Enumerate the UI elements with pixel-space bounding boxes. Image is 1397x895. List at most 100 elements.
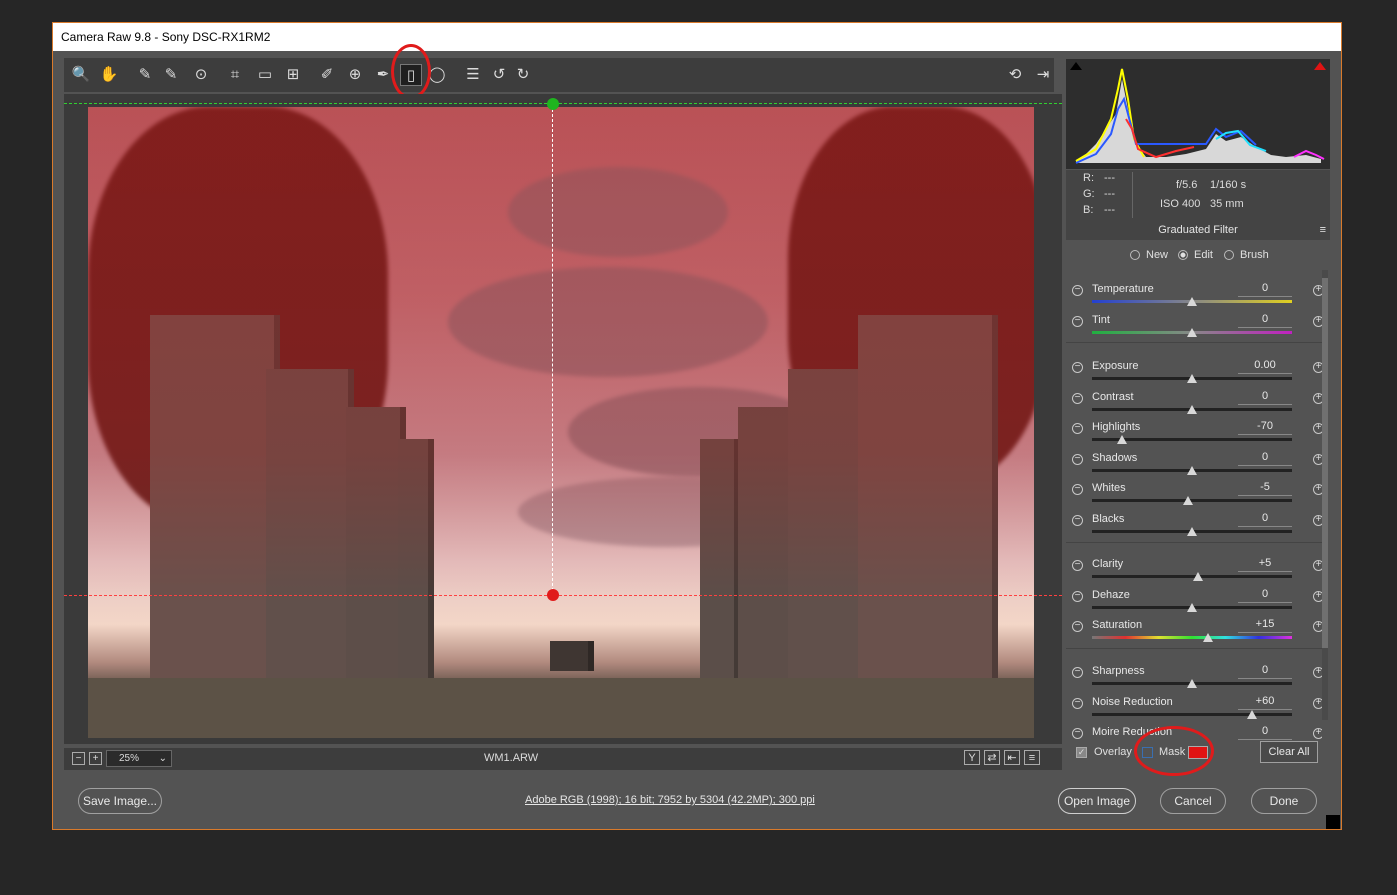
plus-icon[interactable]: +: [1313, 454, 1322, 465]
minus-icon[interactable]: −: [1072, 285, 1083, 296]
slider-value[interactable]: +5: [1238, 557, 1292, 572]
minus-icon[interactable]: −: [1072, 515, 1083, 526]
mode-brush[interactable]: Brush: [1224, 249, 1269, 261]
filter-end-line[interactable]: [64, 595, 1062, 596]
mask-checkbox[interactable]: [1142, 747, 1153, 758]
slider-thumb[interactable]: [1117, 435, 1127, 444]
slider-track[interactable]: [1092, 636, 1292, 639]
slider-thumb[interactable]: [1187, 328, 1197, 337]
save-image-button[interactable]: Save Image...: [78, 788, 162, 814]
open-image-button[interactable]: Open Image: [1058, 788, 1136, 814]
slider-value[interactable]: 0: [1238, 512, 1292, 527]
plus-icon[interactable]: +: [1313, 423, 1322, 434]
minus-icon[interactable]: −: [1072, 362, 1083, 373]
graduated-filter-icon[interactable]: ▯: [400, 64, 422, 86]
rotate-cw-icon[interactable]: ↻: [512, 64, 534, 86]
slider-thumb[interactable]: [1187, 405, 1197, 414]
slider-thumb[interactable]: [1193, 572, 1203, 581]
mode-new[interactable]: New: [1130, 249, 1168, 261]
overlay-checkbox[interactable]: ✓: [1076, 747, 1087, 758]
minus-icon[interactable]: −: [1072, 560, 1083, 571]
mode-edit[interactable]: Edit: [1178, 249, 1213, 261]
slider-thumb[interactable]: [1187, 297, 1197, 306]
minus-icon[interactable]: −: [1072, 621, 1083, 632]
crop-tool-icon[interactable]: ⌗: [224, 64, 246, 86]
red-pin[interactable]: [547, 589, 559, 601]
mask-color-swatch[interactable]: [1188, 746, 1208, 759]
swap-button[interactable]: ⇄: [984, 750, 1000, 765]
workflow-options-link[interactable]: Adobe RGB (1998); 16 bit; 7952 by 5304 (…: [525, 794, 815, 806]
preview-preferences-button[interactable]: ≡: [1024, 750, 1040, 765]
zoom-out-button[interactable]: −: [72, 752, 85, 765]
slider-track[interactable]: [1092, 713, 1292, 716]
clear-all-button[interactable]: Clear All: [1260, 741, 1318, 763]
minus-icon[interactable]: −: [1072, 484, 1083, 495]
minus-icon[interactable]: −: [1072, 423, 1083, 434]
zoom-select[interactable]: 25% ⌄: [106, 750, 172, 767]
slider-value[interactable]: 0: [1238, 282, 1292, 297]
red-eye-tool-icon[interactable]: ⊕: [344, 64, 366, 86]
slider-value[interactable]: 0: [1238, 664, 1292, 679]
plus-icon[interactable]: +: [1313, 393, 1322, 404]
plus-icon[interactable]: +: [1313, 698, 1322, 709]
before-after-button[interactable]: Y: [964, 750, 980, 765]
slider-value[interactable]: 0: [1238, 588, 1292, 603]
slider-value[interactable]: 0: [1238, 451, 1292, 466]
plus-icon[interactable]: +: [1313, 316, 1322, 327]
plus-icon[interactable]: +: [1313, 362, 1322, 373]
slider-value[interactable]: -70: [1238, 420, 1292, 435]
cancel-button[interactable]: Cancel: [1160, 788, 1226, 814]
slider-thumb[interactable]: [1187, 603, 1197, 612]
straighten-tool-icon[interactable]: ▭: [254, 64, 276, 86]
plus-icon[interactable]: +: [1313, 515, 1322, 526]
panel-scrollbar[interactable]: [1322, 270, 1328, 720]
slider-track[interactable]: [1092, 575, 1292, 578]
image-preview[interactable]: [64, 94, 1062, 744]
targeted-adjustment-tool-icon[interactable]: ⊙: [190, 64, 212, 86]
preferences-icon[interactable]: ☰: [462, 64, 484, 86]
minus-icon[interactable]: −: [1072, 316, 1083, 327]
spot-removal-tool-icon[interactable]: ✐: [316, 64, 338, 86]
resize-handle[interactable]: [1326, 815, 1340, 829]
slider-thumb[interactable]: [1247, 710, 1257, 719]
minus-icon[interactable]: −: [1072, 454, 1083, 465]
slider-thumb[interactable]: [1187, 679, 1197, 688]
zoom-tool-icon[interactable]: 🔍: [70, 64, 92, 86]
toggle-fullscreen-icon[interactable]: ⟲: [1004, 64, 1026, 86]
plus-icon[interactable]: +: [1313, 560, 1322, 571]
done-button[interactable]: Done: [1251, 788, 1317, 814]
transform-tool-icon[interactable]: ⊞: [282, 64, 304, 86]
plus-icon[interactable]: +: [1313, 621, 1322, 632]
copy-settings-button[interactable]: ⇤: [1004, 750, 1020, 765]
zoom-in-button[interactable]: +: [89, 752, 102, 765]
shadow-clip-icon[interactable]: [1070, 62, 1082, 70]
filter-center-line[interactable]: [552, 104, 553, 596]
minus-icon[interactable]: −: [1072, 393, 1083, 404]
slider-thumb[interactable]: [1187, 527, 1197, 536]
plus-icon[interactable]: +: [1313, 285, 1322, 296]
slider-thumb[interactable]: [1183, 496, 1193, 505]
filter-start-line[interactable]: [64, 103, 1062, 104]
color-sampler-tool-icon[interactable]: ✎: [160, 64, 182, 86]
rotate-ccw-icon[interactable]: ↺: [488, 64, 510, 86]
plus-icon[interactable]: +: [1313, 591, 1322, 602]
adjustment-brush-icon[interactable]: ✒: [372, 64, 394, 86]
slider-value[interactable]: +60: [1238, 695, 1292, 710]
minus-icon[interactable]: −: [1072, 591, 1083, 602]
minus-icon[interactable]: −: [1072, 698, 1083, 709]
slider-thumb[interactable]: [1203, 633, 1213, 642]
slider-value[interactable]: 0: [1238, 313, 1292, 328]
white-balance-tool-icon[interactable]: ✎: [134, 64, 156, 86]
plus-icon[interactable]: +: [1313, 484, 1322, 495]
slider-thumb[interactable]: [1187, 374, 1197, 383]
plus-icon[interactable]: +: [1313, 667, 1322, 678]
green-pin[interactable]: [547, 98, 559, 110]
slider-value[interactable]: 0: [1238, 390, 1292, 405]
slider-value[interactable]: +15: [1238, 618, 1292, 633]
slider-value[interactable]: 0.00: [1238, 359, 1292, 374]
export-icon[interactable]: ⇥: [1032, 64, 1054, 86]
panel-menu-icon[interactable]: ≡: [1320, 220, 1326, 240]
highlight-clip-icon[interactable]: [1314, 62, 1326, 70]
radial-filter-icon[interactable]: ◯: [426, 64, 448, 86]
minus-icon[interactable]: −: [1072, 667, 1083, 678]
